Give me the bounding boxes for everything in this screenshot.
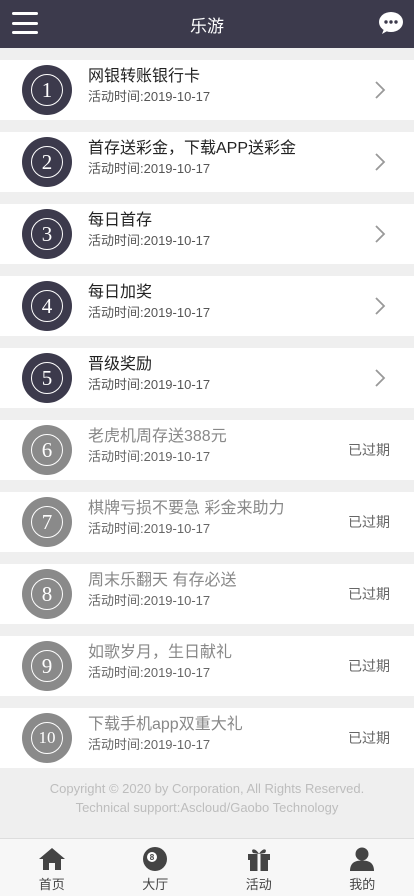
promotion-title: 如歌岁月，生日献礼 xyxy=(88,644,233,661)
support-text: Technical support:Ascloud/Gaobo Technolo… xyxy=(75,800,339,815)
bottom-tab-bar: 首页 8 大厅 活动 我的 xyxy=(0,838,414,896)
promotion-texts: 如歌岁月，生日献礼 活动时间:2019-10-17 xyxy=(88,642,232,682)
promotion-number-badge: 6 xyxy=(22,425,72,475)
promotion-item[interactable]: 8 周末乐翻天 有存必送 活动时间:2019-10-17 已过期 xyxy=(0,564,414,624)
promotion-date: 活动时间:2019-10-17 xyxy=(88,665,211,680)
promotion-number-badge: 7 xyxy=(22,497,72,547)
svg-text:8: 8 xyxy=(150,853,155,862)
promotion-title: 周末乐翻天 有存必送 xyxy=(88,572,237,589)
promotion-texts: 晋级奖励活动时间:2019-10-17 xyxy=(88,354,210,394)
promotion-date: 活动时间:2019-10-17 xyxy=(88,161,211,176)
user-icon xyxy=(350,847,375,871)
chevron-right-icon xyxy=(375,369,386,387)
expired-badge: 已过期 xyxy=(348,514,390,530)
promotion-date: 活动时间:2019-10-17 xyxy=(88,377,211,392)
promotion-number: 1 xyxy=(31,74,63,106)
billiard-ball-icon: 8 xyxy=(143,847,168,871)
chevron-right-icon xyxy=(375,81,386,99)
promotion-item[interactable]: 2 首存送彩金，下载APP送彩金 活动时间:2019-10-17 xyxy=(0,132,414,192)
promotion-texts: 老虎机周存送388元 活动时间:2019-10-17 xyxy=(88,426,227,466)
promotion-item[interactable]: 4 每日加奖活动时间:2019-10-17 xyxy=(0,276,414,336)
home-icon xyxy=(38,848,65,870)
promotion-number: 4 xyxy=(31,290,63,322)
promotion-title: 网银转账银行卡 xyxy=(88,68,201,85)
promotion-date: 活动时间:2019-10-17 xyxy=(88,737,211,752)
promotion-date: 活动时间:2019-10-17 xyxy=(88,233,211,248)
promotion-title: 首存送彩金，下载APP送彩金 xyxy=(88,140,297,157)
promotion-texts: 下载手机app双重大礼 活动时间:2019-10-17 xyxy=(88,714,243,754)
promotion-list: 1 网银转账银行卡 活动时间:2019-10-17 2 首存送彩金，下载APP送彩金 活动… xyxy=(0,60,414,780)
tab-lobby[interactable]: 8 大厅 xyxy=(104,839,208,896)
expired-badge: 已过期 xyxy=(348,658,390,674)
promotion-title: 每日首存 xyxy=(88,212,153,229)
tab-mine-label: 我的 xyxy=(349,877,376,892)
menu-icon[interactable] xyxy=(12,12,38,34)
promotion-texts: 棋牌亏损不要急 彩金来助力 活动时间:2019-10-17 xyxy=(88,498,284,538)
expired-badge: 已过期 xyxy=(348,586,390,602)
promotion-number-badge: 9 xyxy=(22,641,72,691)
promotion-date: 活动时间:2019-10-17 xyxy=(88,521,211,536)
promotion-item[interactable]: 7 棋牌亏损不要急 彩金来助力 活动时间:2019-10-17 已过期 xyxy=(0,492,414,552)
promotion-number: 5 xyxy=(31,362,63,394)
promotion-date: 活动时间:2019-10-17 xyxy=(88,593,211,608)
promotion-texts: 首存送彩金，下载APP送彩金 活动时间:2019-10-17 xyxy=(88,138,296,178)
chat-bubble-icon[interactable] xyxy=(378,11,404,35)
tab-home-label: 首页 xyxy=(38,877,65,892)
promotion-texts: 每日首存活动时间:2019-10-17 xyxy=(88,210,210,250)
page-title: 乐游 xyxy=(190,16,224,36)
expired-badge: 已过期 xyxy=(348,442,390,458)
tab-activity[interactable]: 活动 xyxy=(207,839,311,896)
gift-icon xyxy=(247,849,270,871)
tab-mine[interactable]: 我的 xyxy=(311,839,414,896)
promotion-item[interactable]: 5 晋级奖励活动时间:2019-10-17 xyxy=(0,348,414,408)
promotion-number-badge: 5 xyxy=(22,353,72,403)
promotion-item[interactable]: 1 网银转账银行卡 活动时间:2019-10-17 xyxy=(0,60,414,120)
promotion-number: 7 xyxy=(31,506,63,538)
chevron-right-icon xyxy=(375,153,386,171)
promotion-number: 2 xyxy=(31,146,63,178)
promotion-item[interactable]: 10 下载手机app双重大礼 活动时间:2019-10-17 已过期 xyxy=(0,708,414,768)
promotion-number-badge: 10 xyxy=(22,713,72,763)
promotion-number: 10 xyxy=(31,722,63,754)
promotion-item[interactable]: 3 每日首存活动时间:2019-10-17 xyxy=(0,204,414,264)
promotion-number: 3 xyxy=(31,218,63,250)
copyright-text: Copyright © 2020 by Corporation, All Rig… xyxy=(49,781,365,796)
tab-lobby-label: 大厅 xyxy=(142,877,169,892)
promotion-number-badge: 8 xyxy=(22,569,72,619)
footer: Copyright © 2020 by Corporation, All Rig… xyxy=(0,768,414,838)
promotion-item[interactable]: 6 老虎机周存送388元 活动时间:2019-10-17 已过期 xyxy=(0,420,414,480)
app-header: 乐游 xyxy=(0,0,414,48)
promotion-date: 活动时间:2019-10-17 xyxy=(88,449,211,464)
chevron-right-icon xyxy=(375,225,386,243)
promotion-title: 每日加奖 xyxy=(88,284,153,301)
promotion-number-badge: 3 xyxy=(22,209,72,259)
tab-home[interactable]: 首页 xyxy=(0,839,104,896)
promotion-title: 下载手机app双重大礼 xyxy=(88,716,243,733)
promotion-item[interactable]: 9 如歌岁月，生日献礼 活动时间:2019-10-17 已过期 xyxy=(0,636,414,696)
promotion-date: 活动时间:2019-10-17 xyxy=(88,305,211,320)
promotion-number: 9 xyxy=(31,650,63,682)
promotion-texts: 周末乐翻天 有存必送 活动时间:2019-10-17 xyxy=(88,570,236,610)
promotion-number: 8 xyxy=(31,578,63,610)
chevron-right-icon xyxy=(375,297,386,315)
promotion-number-badge: 1 xyxy=(22,65,72,115)
expired-badge: 已过期 xyxy=(348,730,390,746)
promotion-title: 老虎机周存送388元 xyxy=(88,428,227,445)
promotion-texts: 每日加奖活动时间:2019-10-17 xyxy=(88,282,210,322)
promotion-title: 晋级奖励 xyxy=(88,356,153,373)
promotion-date: 活动时间:2019-10-17 xyxy=(88,89,211,104)
tab-activity-label: 活动 xyxy=(245,877,272,892)
promotion-number-badge: 4 xyxy=(22,281,72,331)
promotion-title: 棋牌亏损不要急 彩金来助力 xyxy=(88,500,285,517)
promotion-number-badge: 2 xyxy=(22,137,72,187)
promotion-texts: 网银转账银行卡 活动时间:2019-10-17 xyxy=(88,66,210,106)
promotion-number: 6 xyxy=(31,434,63,466)
